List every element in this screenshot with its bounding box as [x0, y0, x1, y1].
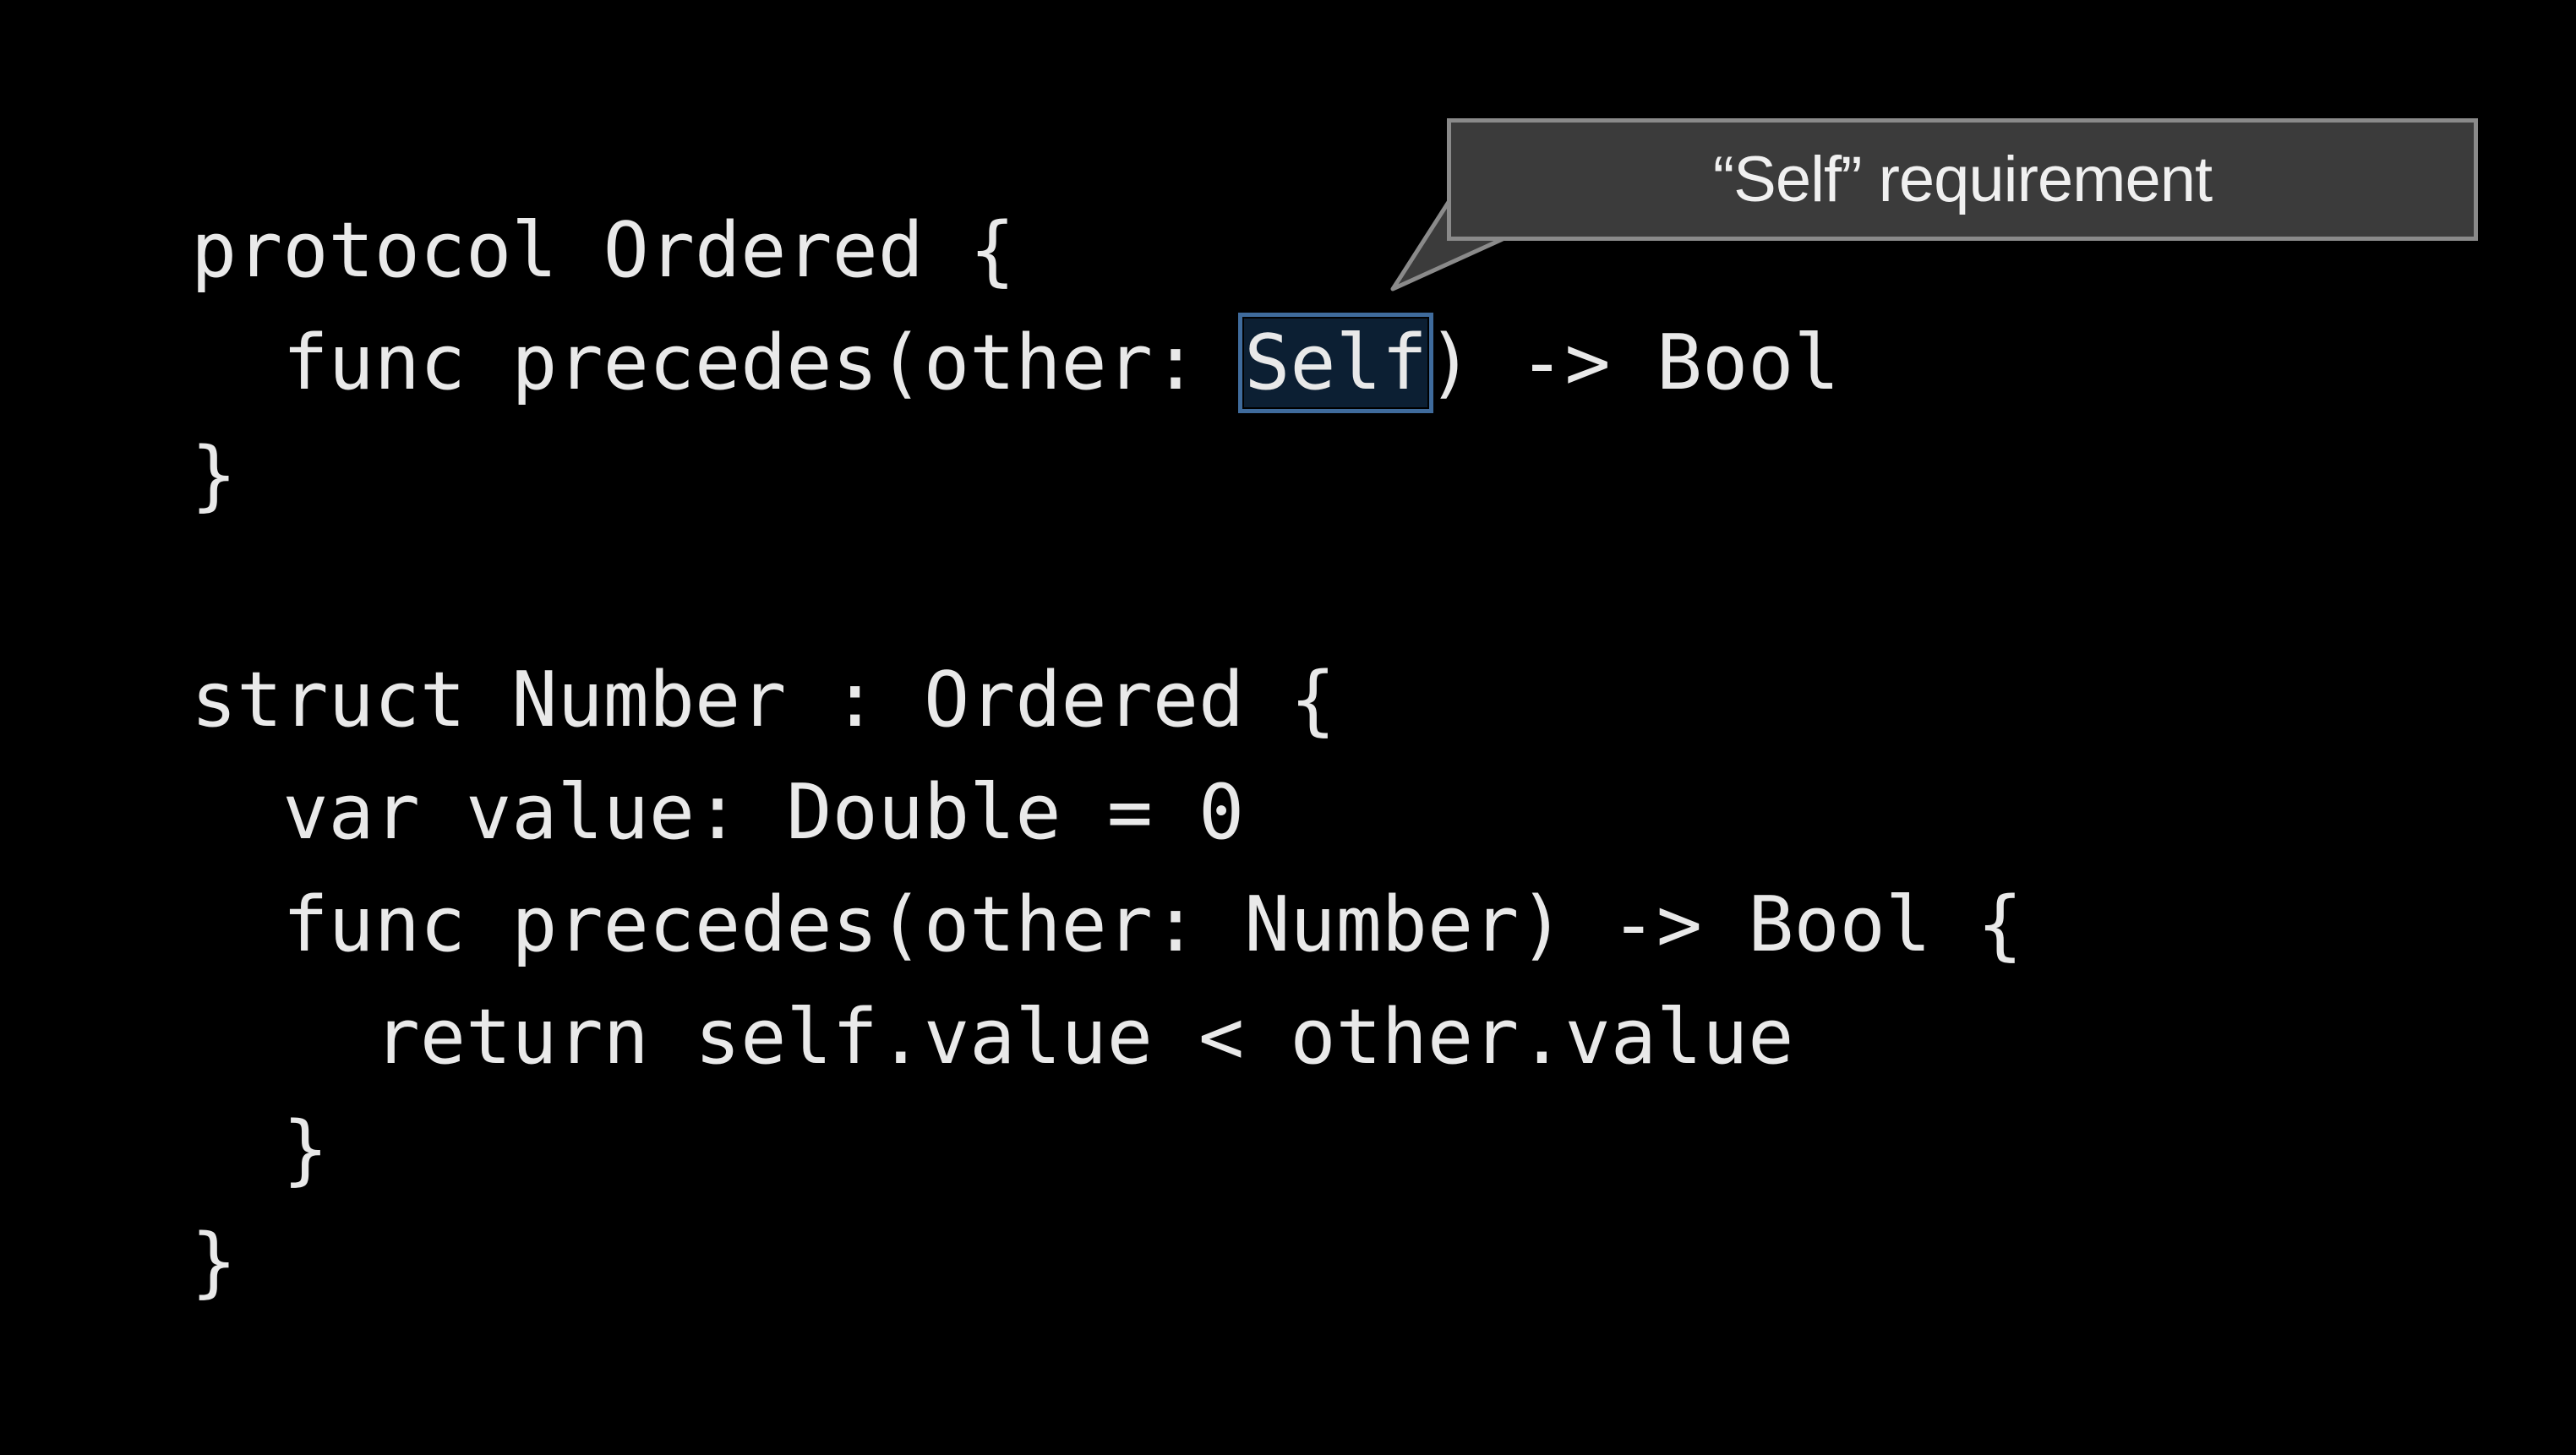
self-keyword-highlight: Self [1238, 313, 1433, 413]
code-line-prefix: func precedes(other: [191, 319, 1245, 407]
slide: “Self” requirement protocol Ordered { fu… [0, 0, 2576, 1455]
code-line-protocol-close: } [191, 431, 237, 520]
code-line-var-value: var value: Double = 0 [191, 768, 1245, 857]
code-line-struct-decl: struct Number : Ordered { [191, 656, 1336, 744]
code-line-struct-close: } [191, 1218, 237, 1306]
code-line-func-close: } [191, 1105, 329, 1194]
code-line-return: return self.value < other.value [191, 993, 1794, 1082]
code-line-protocol-func: func precedes(other: Self) -> Bool [191, 307, 2022, 419]
code-line-protocol-decl: protocol Ordered { [191, 206, 1016, 295]
code-line-suffix: ) -> Bool [1427, 319, 1840, 407]
code-line-struct-func: func precedes(other: Number) -> Bool { [191, 880, 2023, 969]
code-block: protocol Ordered { func precedes(other: … [191, 194, 2022, 1318]
